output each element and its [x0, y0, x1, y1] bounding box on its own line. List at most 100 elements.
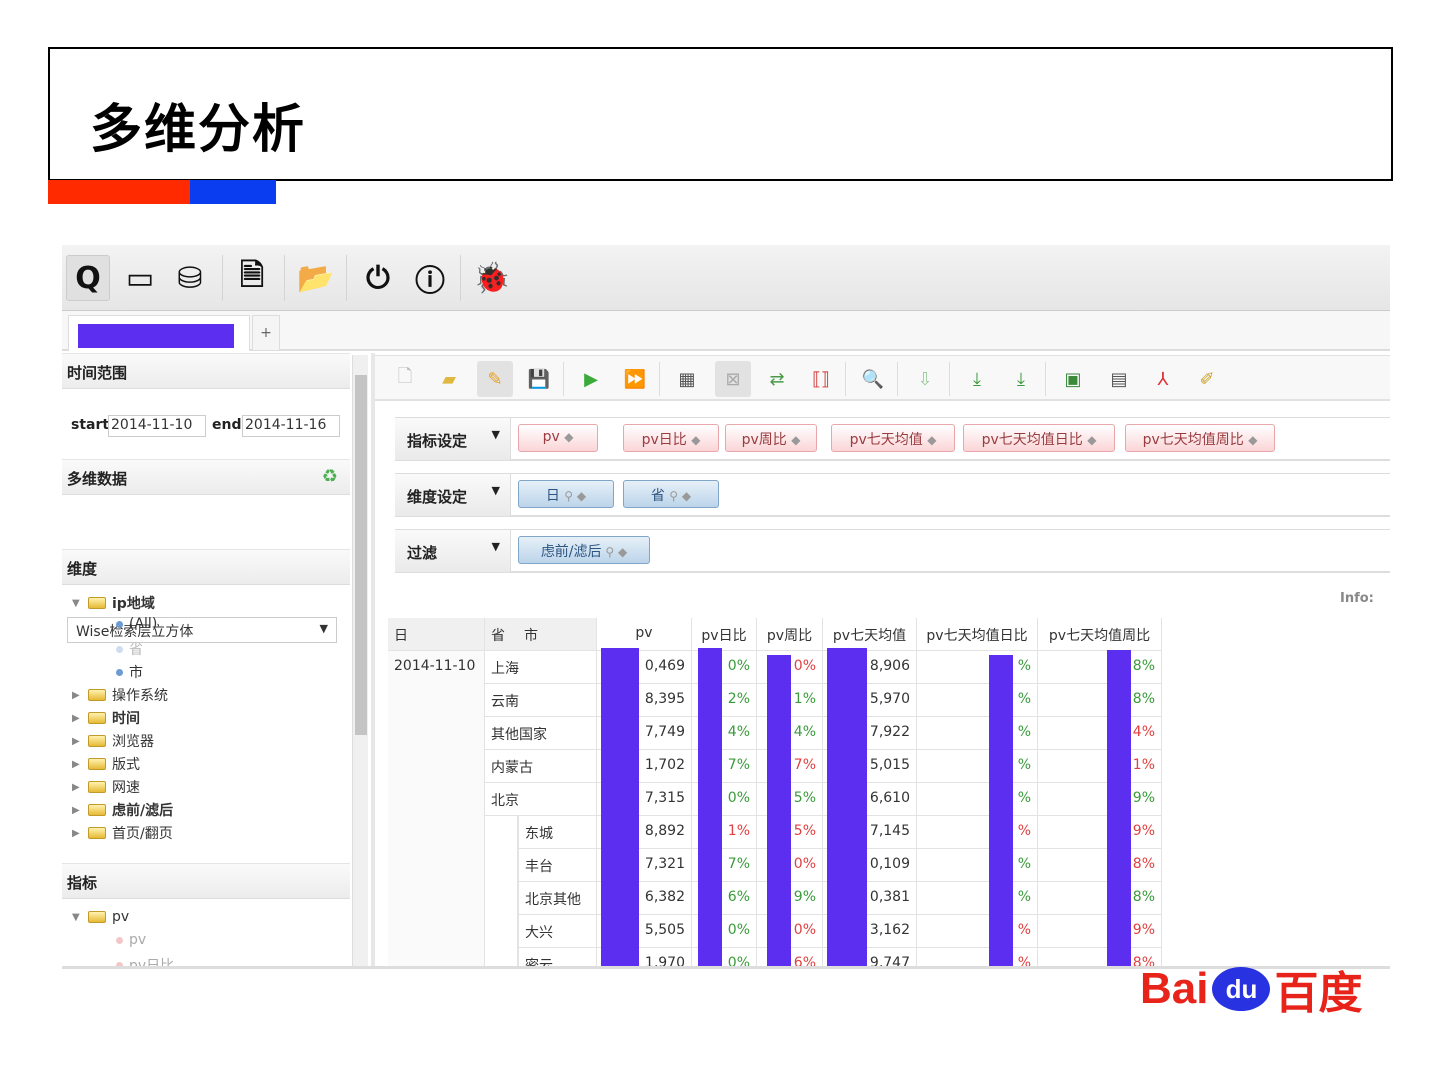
export-csv-icon[interactable]: ▤ — [1101, 361, 1137, 397]
dimension-folder[interactable]: ▶ 虑前/滤后 — [72, 800, 173, 820]
sort-icon[interactable]: ◆ — [691, 433, 700, 447]
dimension-folder[interactable]: ▶ 网速 — [72, 777, 140, 797]
open-folder-icon[interactable]: 📂 — [294, 255, 338, 301]
dimension-folder[interactable]: ▶ 操作系统 — [72, 685, 168, 705]
caret-right-icon[interactable]: ▶ — [72, 782, 82, 793]
edit-report-icon[interactable]: ✐ — [1189, 361, 1225, 397]
column-header[interactable]: pv日比 — [692, 618, 757, 651]
caret-down-icon[interactable]: ▼ — [72, 598, 82, 609]
query-icon[interactable]: Q — [66, 255, 110, 301]
caret-right-icon[interactable]: ▶ — [72, 828, 82, 839]
caret-down-icon[interactable]: ▼ — [72, 912, 82, 923]
dimension-level[interactable]: (All) — [116, 616, 157, 632]
start-date-input[interactable]: 2014-11-10 — [108, 415, 206, 437]
dimension-chip[interactable]: 省 ⚲ ◆ — [623, 480, 719, 508]
caret-right-icon[interactable]: ▶ — [72, 690, 82, 701]
measure-item[interactable]: pv日比 — [116, 955, 174, 966]
column-header[interactable]: 省 — [485, 618, 518, 651]
database-icon[interactable]: ⛁ — [168, 255, 212, 301]
power-icon[interactable]: ⏻ — [356, 255, 400, 301]
slide-title-box: 多维分析 — [48, 47, 1393, 181]
add-tab-button[interactable]: + — [252, 315, 280, 351]
sort-icon[interactable]: ◆ — [791, 433, 800, 447]
measure-chip[interactable]: pv ◆ — [518, 424, 598, 452]
column-header[interactable]: 日 — [388, 618, 485, 651]
left-scrollbar[interactable] — [352, 355, 368, 966]
measures-label[interactable]: 指标设定 ▼ — [395, 418, 511, 460]
search-icon[interactable]: ⚲ — [669, 489, 682, 503]
province-span — [485, 915, 518, 948]
dimension-level[interactable]: 市 — [116, 662, 143, 682]
measure-chip[interactable]: pv七天均值周比 ◆ — [1125, 424, 1275, 452]
open-query-icon[interactable]: ▰ — [431, 361, 467, 397]
caret-right-icon[interactable]: ▶ — [72, 736, 82, 747]
cube-select[interactable]: Wise检索层立方体 ▼ — [67, 617, 337, 643]
auto-run-icon[interactable]: ⏩ — [617, 361, 653, 397]
column-header[interactable]: pv — [597, 618, 692, 651]
filter-label[interactable]: 过滤 ▼ — [395, 530, 511, 572]
column-header[interactable]: pv七天均值周比 — [1038, 618, 1162, 651]
caret-right-icon[interactable]: ▶ — [72, 759, 82, 770]
sort-icon[interactable]: ◆ — [577, 489, 586, 503]
drill-through-icon[interactable]: ⤓ — [1003, 361, 1039, 397]
presentation-icon[interactable]: ▭ — [118, 255, 162, 301]
new-file-icon[interactable]: 🗎 — [230, 255, 274, 301]
sort-icon[interactable]: ◆ — [564, 430, 573, 444]
mdx-icon[interactable]: ⟦⟧ — [803, 361, 839, 397]
dimension-folder[interactable]: ▼ ip地域 — [72, 593, 155, 613]
sort-icon[interactable]: ◆ — [682, 489, 691, 503]
column-header[interactable]: pv周比 — [757, 618, 823, 651]
column-header[interactable]: 市 — [518, 618, 597, 651]
dimension-level[interactable]: 省 — [116, 639, 143, 659]
table-icon[interactable]: ▦ — [669, 361, 705, 397]
chip-label: 日 — [545, 488, 560, 504]
province-span — [485, 948, 518, 966]
bug-icon[interactable]: 🐞 — [470, 255, 514, 301]
new-query-icon[interactable]: 🗋 — [387, 361, 423, 397]
level-label: 省 — [129, 642, 143, 658]
dimension-folder[interactable]: ▶ 首页/翻页 — [72, 823, 173, 843]
zoom-icon[interactable]: 🔍 — [855, 361, 891, 397]
tab-query[interactable] — [68, 315, 250, 351]
sort-icon[interactable]: ◆ — [1087, 433, 1096, 447]
info-icon[interactable]: ⓘ — [408, 255, 452, 301]
drill-down-icon[interactable]: ⤓ — [959, 361, 995, 397]
measure-chip[interactable]: pv七天均值 ◆ — [831, 424, 955, 452]
run-icon[interactable]: ▶ — [573, 361, 609, 397]
chip-label: pv七天均值日比 — [981, 432, 1083, 448]
hide-empty-icon[interactable]: ⊠ — [715, 361, 751, 397]
save-icon[interactable]: 💾 — [521, 361, 557, 397]
dimension-label: ip地域 — [112, 596, 155, 612]
measure-chip[interactable]: pv周比 ◆ — [725, 424, 817, 452]
city-cell: 东城 — [518, 816, 597, 849]
scrollbar-thumb[interactable] — [355, 375, 367, 735]
time-range-header: 时间范围 — [62, 353, 350, 389]
dimension-folder[interactable]: ▶ 版式 — [72, 754, 140, 774]
caret-right-icon[interactable]: ▶ — [72, 805, 82, 816]
swap-axis-icon[interactable]: ⇄ — [759, 361, 795, 397]
measure-item[interactable]: pv — [116, 932, 146, 948]
refresh-icon[interactable]: ♻ — [322, 466, 338, 487]
dimensions-label[interactable]: 维度设定 ▼ — [395, 474, 511, 516]
drill-icon[interactable]: ⇩ — [907, 361, 943, 397]
dimension-folder[interactable]: ▶ 浏览器 — [72, 731, 154, 751]
search-icon[interactable]: ⚲ — [602, 545, 618, 559]
filter-chip[interactable]: 虑前/滤后 ⚲ ◆ — [518, 536, 650, 564]
measure-folder[interactable]: ▼ pv — [72, 909, 129, 925]
dimension-chip[interactable]: 日 ⚲ ◆ — [518, 480, 614, 508]
end-date-input[interactable]: 2014-11-16 — [242, 415, 340, 437]
caret-right-icon[interactable]: ▶ — [72, 713, 82, 724]
edit-pencil-icon[interactable]: ✎ — [477, 361, 513, 397]
sort-icon[interactable]: ◆ — [927, 433, 936, 447]
measure-chip[interactable]: pv日比 ◆ — [623, 424, 719, 452]
column-header[interactable]: pv七天均值 — [823, 618, 917, 651]
search-icon[interactable]: ⚲ — [564, 489, 577, 503]
export-excel-icon[interactable]: ▣ — [1055, 361, 1091, 397]
sort-icon[interactable]: ◆ — [618, 545, 627, 559]
export-pdf-icon[interactable]: ⅄ — [1145, 361, 1181, 397]
column-header[interactable]: pv七天均值日比 — [917, 618, 1038, 651]
value-cell: 8% — [1038, 651, 1162, 684]
dimension-folder[interactable]: ▶ 时间 — [72, 708, 140, 728]
measure-chip[interactable]: pv七天均值日比 ◆ — [963, 424, 1115, 452]
sort-icon[interactable]: ◆ — [1248, 433, 1257, 447]
